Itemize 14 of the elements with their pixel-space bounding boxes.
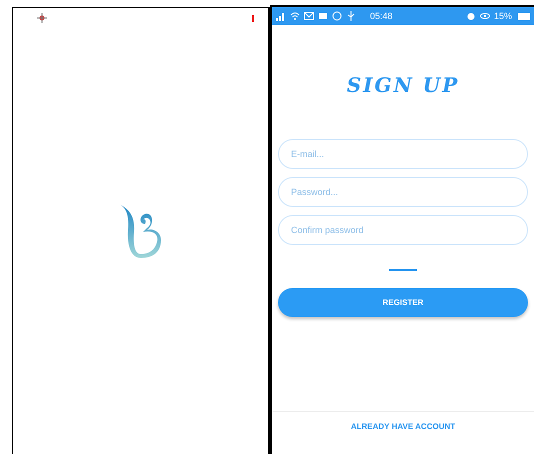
register-button[interactable]: REGISTER: [278, 288, 528, 317]
mail-icon: [304, 11, 314, 21]
signal-icon: [276, 11, 286, 21]
page-title: SIGN UP: [346, 73, 460, 97]
input-field[interactable]: E-mail...: [278, 139, 528, 169]
login-link[interactable]: ALREADY HAVE ACCOUNT: [350, 422, 456, 430]
eye-icon: [480, 11, 490, 21]
usb-icon: [346, 11, 356, 21]
input-field[interactable]: Confirm password: [278, 215, 528, 245]
input-field[interactable]: Password...: [278, 177, 528, 207]
wifi-icon: [290, 11, 300, 21]
status-time: 05:48: [370, 11, 394, 21]
battery-icon: [516, 11, 530, 21]
battery-percent: 15%: [494, 11, 512, 21]
